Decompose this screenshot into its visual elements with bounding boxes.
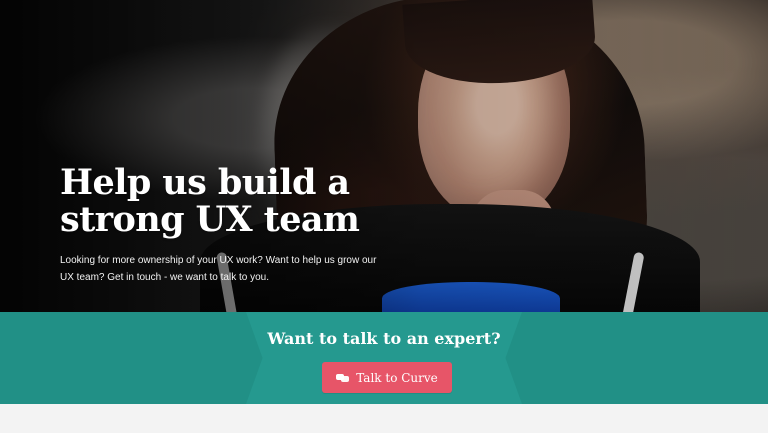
- hero-banner: Help us build a strong UX team Looking f…: [0, 0, 768, 312]
- hero-subtext: Looking for more ownership of your UX wo…: [60, 255, 377, 283]
- landing-page: Help us build a strong UX team Looking f…: [0, 0, 768, 433]
- expert-cta-band: Want to talk to an expert? Talk to Curve: [0, 312, 768, 404]
- talk-button-label: Talk to Curve: [356, 370, 438, 385]
- hero-copy: Help us build a strong UX team Looking f…: [60, 164, 420, 286]
- cta-heading: Want to talk to an expert?: [267, 329, 501, 348]
- talk-to-curve-button[interactable]: Talk to Curve: [322, 362, 452, 393]
- hero-title: Help us build a strong UX team: [60, 162, 360, 240]
- footer-strip: [0, 404, 768, 433]
- chat-icon: [336, 373, 350, 383]
